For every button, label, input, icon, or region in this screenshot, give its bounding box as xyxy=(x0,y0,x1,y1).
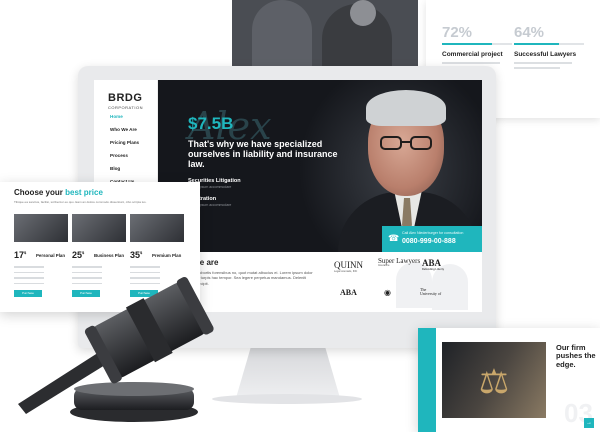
plan-name: Premium Plan xyxy=(152,253,182,258)
consultation-cta[interactable]: ☎ Call Alex Niederburger for consultatio… xyxy=(382,226,482,252)
next-arrow-icon[interactable]: → xyxy=(584,418,594,428)
service-item[interactable]: Securities Litigation Lorem ipsum accomm… xyxy=(188,178,308,190)
plan-name: Business Plan xyxy=(94,253,125,258)
partner-logo: Super Lawyers Insurance xyxy=(378,257,421,267)
service-title: Securities Litigation xyxy=(188,178,241,184)
stat-bar xyxy=(442,43,512,45)
partner-logos: QUINN Legal counsels, INC Super Lawyers In… xyxy=(332,257,476,310)
cta-label: Call Alex Niederburger for consultation xyxy=(402,231,464,235)
stat-value: 72% xyxy=(442,24,473,41)
plan-personal: 17$ Personal Plan Purchase xyxy=(14,214,68,297)
nav-item-blog[interactable]: Blog xyxy=(110,166,139,171)
partner-logo: ABA xyxy=(340,288,357,297)
plan-price: 35$ xyxy=(130,250,143,260)
plan-price: 17$ xyxy=(14,250,27,260)
stat-label: Commercial project xyxy=(442,51,503,58)
hero-section: Alex $7.5B That's why we have specialize… xyxy=(158,80,482,252)
service-desc: Lorem ipsum accommodare xyxy=(188,203,232,207)
plan-premium: 35$ Premium Plan Purchase xyxy=(130,214,184,297)
firm-heading: Our firm pushes the edge. xyxy=(556,343,596,369)
site-nav: Home Who We Are Pricing Plans Process Bl… xyxy=(110,114,139,192)
team-photo-card xyxy=(232,0,418,66)
brand-subtitle: CORPORATION xyxy=(108,105,143,110)
purchase-button[interactable]: Purchase xyxy=(72,290,100,297)
plan-image xyxy=(14,214,68,242)
accent-bar xyxy=(418,328,436,432)
stat-lawyers: 64% Successful Lawyers xyxy=(514,24,584,69)
pricing-card: Choose your best price Tibique ea sanctu… xyxy=(0,182,200,312)
purchase-button[interactable]: Purchase xyxy=(130,290,158,297)
plan-name: Personal Plan xyxy=(36,253,66,258)
monitor-stand xyxy=(236,348,340,398)
partner-logo: QUINN Legal counsels, INC xyxy=(334,260,363,273)
purchase-button[interactable]: Purchase xyxy=(14,290,42,297)
nav-item-pricing[interactable]: Pricing Plans xyxy=(110,140,139,145)
hero-price: $7.5B xyxy=(188,114,234,133)
nav-item-process[interactable]: Process xyxy=(110,153,139,158)
plan-image xyxy=(130,214,184,242)
stat-value: 64% xyxy=(514,24,545,41)
person-silhouette xyxy=(252,0,312,66)
seal-icon: ◉ xyxy=(384,288,391,297)
stat-commercial: 72% Commercial project xyxy=(442,24,512,69)
service-item[interactable]: Arbitration Lorem ipsum accommodare xyxy=(188,196,308,208)
pricing-title: Choose your best price xyxy=(14,188,103,197)
service-desc: Lorem ipsum accommodare xyxy=(188,185,232,189)
stat-bar xyxy=(514,43,584,45)
brand-logo[interactable]: BRDG xyxy=(108,92,142,104)
scales-of-justice-icon: ⚖ xyxy=(478,363,510,401)
nav-item-who-we-are[interactable]: Who We Are xyxy=(110,127,139,132)
partner-logo: The University of xyxy=(420,287,442,297)
firm-card: ⚖ Our firm pushes the edge. 03 → xyxy=(418,328,600,432)
pricing-desc: Tibique ea sanctus, facilisi, scribentur… xyxy=(14,200,147,204)
monitor-base xyxy=(212,394,362,404)
stat-label: Successful Lawyers xyxy=(514,51,577,58)
cta-phone: 0080-999-00-888 xyxy=(402,238,456,245)
plan-image xyxy=(72,214,126,242)
partner-logo: ABA Defending Liberty xyxy=(422,258,445,271)
service-title: Arbitration xyxy=(188,196,217,202)
phone-icon: ☎ xyxy=(388,233,400,243)
person-head xyxy=(350,0,376,26)
nav-item-home[interactable]: Home xyxy=(110,114,139,119)
plan-price: 25$ xyxy=(72,250,85,260)
plan-business: 25$ Business Plan Purchase xyxy=(72,214,126,297)
hero-headline: That's why we have specialized ourselves… xyxy=(188,139,338,170)
about-section: Who we are Lorem ipsum lobortis forensib… xyxy=(158,252,482,312)
